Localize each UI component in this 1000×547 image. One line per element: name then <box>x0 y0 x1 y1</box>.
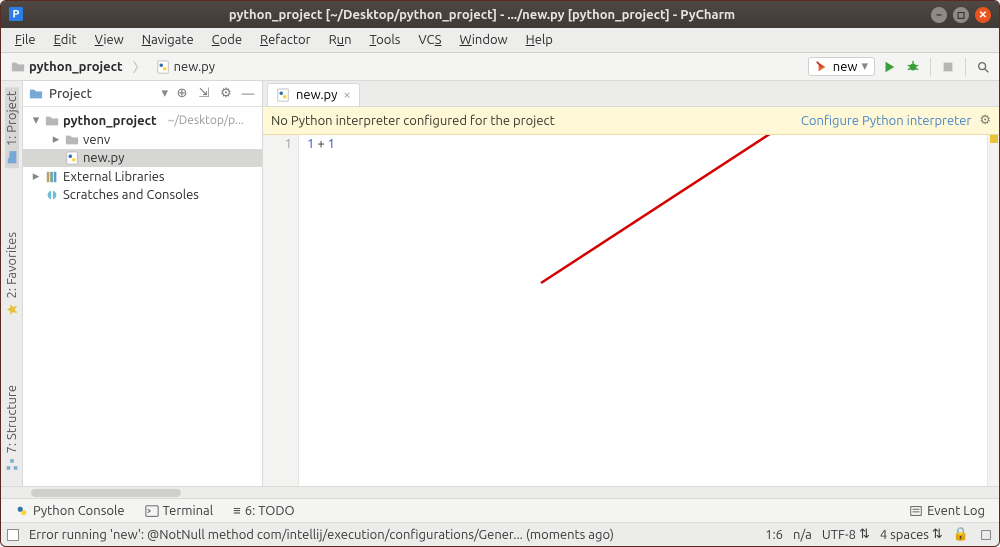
close-tab-icon[interactable]: × <box>343 88 350 102</box>
stop-button[interactable] <box>938 57 958 77</box>
collapse-all-icon[interactable]: ⇲ <box>196 86 212 102</box>
tree-node-newpy[interactable]: new.py <box>23 149 262 167</box>
status-na: n/a <box>793 528 812 542</box>
line-number-gutter: 1 <box>263 135 299 486</box>
folder-icon <box>65 133 79 147</box>
scroll-from-source-icon[interactable]: ⊕ <box>174 86 190 102</box>
project-header: Project ▾ ⊕ ⇲ ⚙ — <box>23 81 262 107</box>
svg-text:P: P <box>12 7 19 20</box>
warning-message: No Python interpreter configured for the… <box>271 114 793 128</box>
menu-code[interactable]: Code <box>204 31 250 49</box>
scrollpad <box>1 486 999 498</box>
todo-icon: ≡ <box>233 503 241 518</box>
project-tree: ▾ python_project ~/Desktop/p... ▸ venv n… <box>23 107 262 208</box>
event-log-icon <box>909 504 923 518</box>
tree-node-venv[interactable]: ▸ venv <box>23 130 262 149</box>
folder-icon <box>11 60 25 74</box>
menu-vcs[interactable]: VCS <box>410 31 449 49</box>
menu-file[interactable]: File <box>7 31 44 49</box>
horizontal-scrollbar[interactable] <box>31 489 181 497</box>
interpreter-warning-bar: No Python interpreter configured for the… <box>263 107 999 135</box>
code-editor[interactable]: 1 1 + 1 <box>263 135 999 486</box>
readonly-lock-icon[interactable]: 🔒 <box>953 527 969 542</box>
menu-tools[interactable]: Tools <box>362 31 409 49</box>
app-icon: P <box>9 7 25 23</box>
tool-windows-toggle[interactable] <box>7 529 19 541</box>
python-file-icon <box>276 88 290 102</box>
window-title: python_project [~/Desktop/python_project… <box>33 8 931 22</box>
left-gutter: 1: Project 2: Favorites 7: Structure <box>1 81 23 486</box>
run-button[interactable] <box>879 57 899 77</box>
project-view-icon <box>29 87 43 101</box>
expand-arrow-icon[interactable]: ▸ <box>31 169 41 184</box>
project-tool-window: Project ▾ ⊕ ⇲ ⚙ — ▾ python_project ~/Des… <box>23 81 263 486</box>
error-stripe[interactable] <box>987 135 999 486</box>
run-config-icon <box>815 60 829 74</box>
configure-interpreter-link[interactable]: Configure Python interpreter <box>801 114 971 128</box>
menu-edit[interactable]: Edit <box>46 31 85 49</box>
run-config-selector[interactable]: new ▾ <box>808 57 875 76</box>
updown-icon: ⇅ <box>859 527 870 542</box>
warning-marker-icon[interactable] <box>990 135 998 143</box>
left-tab-structure[interactable]: 7: Structure <box>5 381 19 475</box>
menu-view[interactable]: View <box>87 31 132 49</box>
chevron-down-icon[interactable]: ▾ <box>161 86 168 101</box>
pycharm-window: P python_project [~/Desktop/python_proje… <box>0 0 1000 547</box>
main-body: 1: Project 2: Favorites 7: Structure Pro… <box>1 81 999 486</box>
menu-run[interactable]: Run <box>321 31 360 49</box>
libraries-icon <box>45 170 59 184</box>
search-button[interactable] <box>973 57 993 77</box>
gear-icon[interactable]: ⚙ <box>218 86 234 102</box>
python-file-icon <box>156 60 170 74</box>
bottom-toolbar: Python Console Terminal ≡ 6: TODO Event … <box>1 498 999 522</box>
menu-help[interactable]: Help <box>518 31 561 49</box>
maximize-button[interactable]: ◻ <box>953 7 969 23</box>
tree-node-external-libraries[interactable]: ▸ External Libraries <box>23 167 262 186</box>
python-console-button[interactable]: Python Console <box>7 502 133 520</box>
close-button[interactable]: ✕ <box>975 7 991 23</box>
gear-icon[interactable]: ⚙ <box>979 113 991 128</box>
todo-button[interactable]: ≡ 6: TODO <box>225 501 302 520</box>
python-file-icon <box>65 151 79 165</box>
terminal-icon <box>145 504 159 518</box>
project-header-title[interactable]: Project <box>49 87 155 101</box>
line-column-indicator[interactable]: 1:6 <box>765 528 783 542</box>
left-tab-project[interactable]: 1: Project <box>5 87 19 168</box>
terminal-button[interactable]: Terminal <box>137 502 222 520</box>
minimize-button[interactable]: – <box>931 7 947 23</box>
event-log-button[interactable]: Event Log <box>901 502 993 520</box>
python-icon <box>15 504 29 518</box>
menubar: File Edit View Navigate Code Refactor Ru… <box>1 28 999 53</box>
updown-icon: ⇅ <box>932 527 943 542</box>
scratches-icon <box>45 188 59 202</box>
editor-tabstrip: new.py × <box>263 81 999 107</box>
breadcrumb-file[interactable]: new.py <box>152 58 219 76</box>
tree-node-project-root[interactable]: ▾ python_project ~/Desktop/p... <box>23 111 262 130</box>
code-area[interactable]: 1 + 1 <box>299 135 987 486</box>
chevron-down-icon: ▾ <box>861 59 868 74</box>
editor-tab-newpy[interactable]: new.py × <box>267 83 360 106</box>
left-tab-favorites[interactable]: 2: Favorites <box>5 228 19 320</box>
status-bar: Error running 'new': @NotNull method com… <box>1 522 999 546</box>
titlebar: P python_project [~/Desktop/python_proje… <box>1 1 999 28</box>
status-message[interactable]: Error running 'new': @NotNull method com… <box>29 528 755 542</box>
editor-pane: new.py × No Python interpreter configure… <box>263 81 999 486</box>
tree-node-scratches[interactable]: Scratches and Consoles <box>23 186 262 204</box>
expand-arrow-icon[interactable]: ▸ <box>51 132 61 147</box>
menu-window[interactable]: Window <box>451 31 515 49</box>
folder-icon <box>45 114 59 128</box>
debug-button[interactable] <box>903 57 923 77</box>
menu-navigate[interactable]: Navigate <box>134 31 202 49</box>
indent-selector[interactable]: 4 spaces ⇅ <box>880 527 943 542</box>
navbar: python_project 〉 new.py new ▾ <box>1 53 999 81</box>
breadcrumb-project[interactable]: python_project <box>7 58 127 76</box>
menu-refactor[interactable]: Refactor <box>252 31 319 49</box>
hide-icon[interactable]: — <box>240 86 256 102</box>
expand-arrow-icon[interactable]: ▾ <box>31 113 41 128</box>
breadcrumb-separator-icon: 〉 <box>131 57 148 76</box>
memory-indicator[interactable] <box>979 528 993 542</box>
encoding-selector[interactable]: UTF-8 ⇅ <box>822 527 870 542</box>
